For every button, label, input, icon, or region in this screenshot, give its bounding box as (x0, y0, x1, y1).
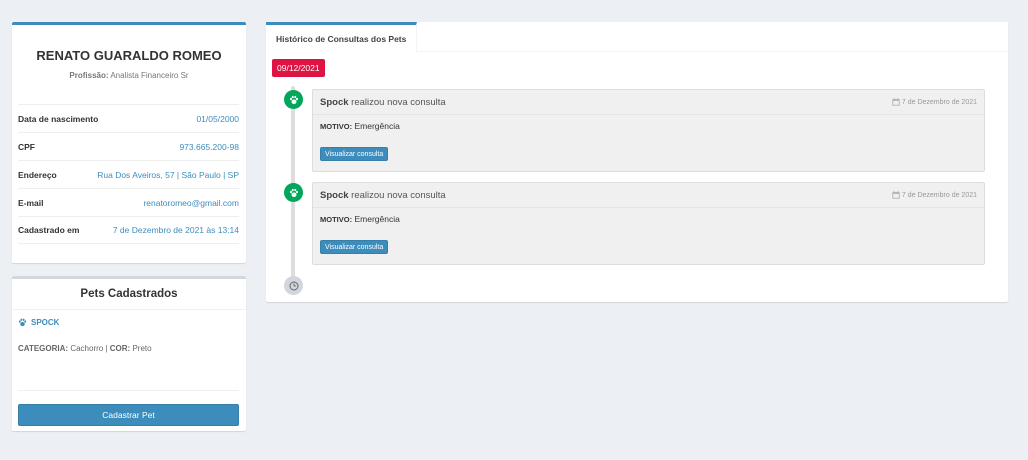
reason-label: MOTIVO: (320, 122, 353, 131)
timeline-date: 7 de Dezembro de 2021 (901, 191, 977, 199)
field-value[interactable]: 7 de Dezembro de 2021 às 13:14 (113, 225, 239, 235)
field-value[interactable]: 973.665.200-98 (179, 142, 239, 152)
divider (18, 390, 239, 391)
field-label: CPF (18, 141, 35, 152)
timeline-action: realizou nova consulta (351, 96, 446, 108)
pet-color-label: COR: (109, 344, 131, 353)
pet-name: SPOCK (31, 318, 60, 327)
profile-card: RENATO GUARALDO ROMEO Profissão: Analist… (12, 22, 246, 263)
timeline-action: realizou nova consulta (351, 189, 446, 201)
profile-job-value: Analista Financeiro Sr (110, 71, 189, 80)
timeline-item-header: Spock realizou nova consulta 7 de Dezemb… (313, 90, 984, 115)
timeline-item-body: MOTIVO: Emergência (313, 208, 984, 230)
view-consultation-button[interactable]: Visualizar consulta (320, 147, 389, 161)
pet-name-link[interactable]: SPOCK (18, 318, 59, 327)
calendar-icon (892, 98, 900, 106)
reason-value: Emergência (354, 121, 400, 131)
paw-icon (284, 90, 303, 109)
pet-info-separator: | (105, 344, 108, 353)
field-label: E-mail (18, 197, 44, 208)
pet-color: Preto (132, 344, 152, 353)
tab-bar: Histórico de Consultas dos Pets (266, 22, 1008, 52)
pet-category: Cachorro (70, 344, 104, 353)
pets-title: Pets Cadastrados (80, 288, 178, 300)
pet-info: CATEGORIA: Cachorro | COR: Preto (18, 344, 152, 353)
timeline-item-title: Spock realizou nova consulta (320, 190, 446, 201)
timeline-pet-name: Spock (320, 96, 349, 108)
field-label: Cadastrado em (18, 225, 80, 235)
timeline-date: 7 de Dezembro de 2021 (901, 98, 977, 106)
timeline-item: Spock realizou nova consulta 7 de Dezemb… (312, 89, 985, 172)
paw-icon (284, 183, 303, 202)
pet-category-label: CATEGORIA: (18, 344, 69, 353)
timeline-item-time: 7 de Dezembro de 2021 (892, 98, 977, 106)
timeline-item-title: Spock realizou nova consulta (320, 97, 446, 108)
field-label: Endereço (18, 169, 57, 180)
view-consultation-button[interactable]: Visualizar consulta (320, 240, 389, 254)
profile-field-cpf: CPF 973.665.200-98 (18, 132, 239, 160)
calendar-icon (892, 191, 900, 199)
profile-details-list: Data de nascimento 01/05/2000 CPF 973.66… (18, 104, 239, 244)
profile-field-birthdate: Data de nascimento 01/05/2000 (18, 104, 239, 132)
profile-field-email: E-mail renatoromeo@gmail.com (18, 188, 239, 216)
profile-name: RENATO GUARALDO ROMEO (36, 48, 222, 63)
reason-value: Emergência (354, 214, 400, 224)
timeline-item: Spock realizou nova consulta 7 de Dezemb… (312, 182, 985, 265)
profile-field-registered: Cadastrado em 7 de Dezembro de 2021 às 1… (18, 216, 239, 244)
history-card: Histórico de Consultas dos Pets 09/12/20… (266, 22, 1008, 302)
field-value[interactable]: 01/05/2000 (196, 114, 239, 124)
timeline-item-time: 7 de Dezembro de 2021 (892, 191, 977, 199)
timeline-date-label: 09/12/2021 (272, 59, 325, 77)
add-pet-button[interactable]: Cadastrar Pet (18, 404, 239, 426)
field-value[interactable]: renatoromeo@gmail.com (143, 198, 239, 208)
paw-icon (18, 318, 27, 327)
field-label: Data de nascimento (18, 113, 99, 124)
profile-job-label: Profissão: (69, 71, 109, 80)
timeline-item-header: Spock realizou nova consulta 7 de Dezemb… (313, 183, 984, 208)
clock-icon (284, 276, 303, 295)
field-value[interactable]: Rua Dos Aveiros, 57 | São Paulo | SP (97, 170, 239, 180)
profile-job: Profissão: Analista Financeiro Sr (12, 71, 246, 80)
timeline-item-body: MOTIVO: Emergência (313, 115, 984, 137)
timeline-pet-name: Spock (320, 189, 349, 201)
profile-field-address: Endereço Rua Dos Aveiros, 57 | São Paulo… (18, 160, 239, 188)
pets-card: Pets Cadastrados SPOCK CATEGORIA: Cachor… (12, 276, 246, 431)
reason-label: MOTIVO: (320, 215, 353, 224)
divider (12, 309, 246, 310)
tab-consultation-history[interactable]: Histórico de Consultas dos Pets (266, 22, 418, 52)
